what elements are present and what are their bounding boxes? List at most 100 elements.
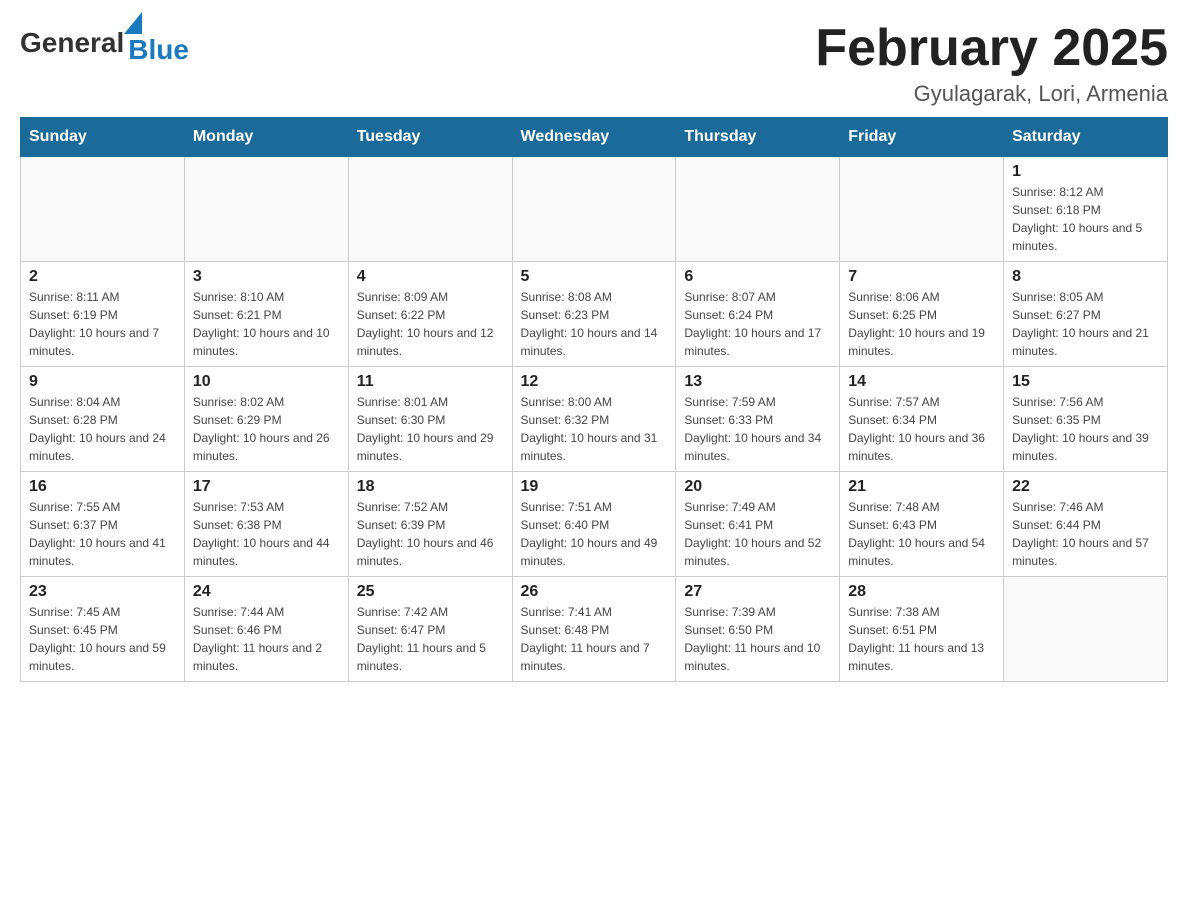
calendar-cell: 15 Sunrise: 7:56 AM Sunset: 6:35 PM Dayli… xyxy=(1004,367,1168,472)
calendar-cell xyxy=(676,157,840,262)
calendar-cell: 6 Sunrise: 8:07 AM Sunset: 6:24 PM Daylig… xyxy=(676,262,840,367)
day-number: 16 xyxy=(29,478,176,496)
day-number: 15 xyxy=(1012,373,1159,391)
page-header: General Blue February 2025 Gyulagarak, L… xyxy=(20,20,1168,107)
day-info: Sunrise: 7:51 AM Sunset: 6:40 PM Dayligh… xyxy=(521,498,668,570)
day-info: Sunrise: 7:42 AM Sunset: 6:47 PM Dayligh… xyxy=(357,603,504,675)
calendar-cell xyxy=(348,157,512,262)
calendar-cell: 13Sunrise: 7:59 AM Sunset: 6:33 PM Dayli… xyxy=(676,367,840,472)
calendar-table: SundayMondayTuesdayWednesdayThursdayFrid… xyxy=(20,117,1168,682)
day-info: Sunrise: 8:09 AM Sunset: 6:22 PM Dayligh… xyxy=(357,288,504,360)
day-info: Sunrise: 7:46 AM Sunset: 6:44 PM Dayligh… xyxy=(1012,498,1159,570)
column-header-friday: Friday xyxy=(840,118,1004,157)
day-info: Sunrise: 8:08 AM Sunset: 6:23 PM Dayligh… xyxy=(521,288,668,360)
day-info: Sunrise: 8:04 AM Sunset: 6:28 PM Dayligh… xyxy=(29,393,176,465)
calendar-cell: 2 Sunrise: 8:11 AM Sunset: 6:19 PM Daylig… xyxy=(21,262,185,367)
day-info: Sunrise: 7:41 AM Sunset: 6:48 PM Dayligh… xyxy=(521,603,668,675)
day-info: Sunrise: 8:01 AM Sunset: 6:30 PM Dayligh… xyxy=(357,393,504,465)
column-header-saturday: Saturday xyxy=(1004,118,1168,157)
day-number: 25 xyxy=(357,583,504,601)
day-number: 4 xyxy=(357,268,504,286)
day-number: 2 xyxy=(29,268,176,286)
logo: General Blue xyxy=(20,20,189,66)
calendar-week-row: 2 Sunrise: 8:11 AM Sunset: 6:19 PM Daylig… xyxy=(21,262,1168,367)
column-header-thursday: Thursday xyxy=(676,118,840,157)
day-number: 14 xyxy=(848,373,995,391)
day-number: 3 xyxy=(193,268,340,286)
day-info: Sunrise: 7:55 AM Sunset: 6:37 PM Dayligh… xyxy=(29,498,176,570)
calendar-week-row: 16 Sunrise: 7:55 AM Sunset: 6:37 PM Dayli… xyxy=(21,472,1168,577)
day-number: 17 xyxy=(193,478,340,496)
day-info: Sunrise: 7:39 AM Sunset: 6:50 PM Dayligh… xyxy=(684,603,831,675)
calendar-cell xyxy=(1004,577,1168,682)
day-info: Sunrise: 7:38 AM Sunset: 6:51 PM Dayligh… xyxy=(848,603,995,675)
calendar-cell: 12 Sunrise: 8:00 AM Sunset: 6:32 PM Dayli… xyxy=(512,367,676,472)
calendar-cell: 21Sunrise: 7:48 AM Sunset: 6:43 PM Dayli… xyxy=(840,472,1004,577)
day-number: 22 xyxy=(1012,478,1159,496)
calendar-cell: 27 Sunrise: 7:39 AM Sunset: 6:50 PM Dayli… xyxy=(676,577,840,682)
calendar-cell: 5 Sunrise: 8:08 AM Sunset: 6:23 PM Daylig… xyxy=(512,262,676,367)
day-info: Sunrise: 8:06 AM Sunset: 6:25 PM Dayligh… xyxy=(848,288,995,360)
day-number: 28 xyxy=(848,583,995,601)
calendar-cell: 3 Sunrise: 8:10 AM Sunset: 6:21 PM Daylig… xyxy=(184,262,348,367)
day-number: 9 xyxy=(29,373,176,391)
day-number: 18 xyxy=(357,478,504,496)
calendar-cell: 17 Sunrise: 7:53 AM Sunset: 6:38 PM Dayli… xyxy=(184,472,348,577)
day-info: Sunrise: 7:53 AM Sunset: 6:38 PM Dayligh… xyxy=(193,498,340,570)
calendar-cell: 26Sunrise: 7:41 AM Sunset: 6:48 PM Dayli… xyxy=(512,577,676,682)
day-number: 23 xyxy=(29,583,176,601)
calendar-cell xyxy=(21,157,185,262)
calendar-cell xyxy=(512,157,676,262)
day-info: Sunrise: 8:12 AM Sunset: 6:18 PM Dayligh… xyxy=(1012,183,1159,255)
day-info: Sunrise: 7:56 AM Sunset: 6:35 PM Dayligh… xyxy=(1012,393,1159,465)
calendar-cell xyxy=(840,157,1004,262)
day-number: 10 xyxy=(193,373,340,391)
calendar-cell: 7 Sunrise: 8:06 AM Sunset: 6:25 PM Daylig… xyxy=(840,262,1004,367)
day-number: 8 xyxy=(1012,268,1159,286)
day-info: Sunrise: 8:00 AM Sunset: 6:32 PM Dayligh… xyxy=(521,393,668,465)
day-info: Sunrise: 8:07 AM Sunset: 6:24 PM Dayligh… xyxy=(684,288,831,360)
day-number: 11 xyxy=(357,373,504,391)
calendar-subtitle: Gyulagarak, Lori, Armenia xyxy=(815,81,1168,107)
day-number: 6 xyxy=(684,268,831,286)
day-number: 5 xyxy=(521,268,668,286)
calendar-cell: 20 Sunrise: 7:49 AM Sunset: 6:41 PM Dayli… xyxy=(676,472,840,577)
logo-triangle-icon xyxy=(124,12,142,34)
day-number: 19 xyxy=(521,478,668,496)
calendar-cell: 9 Sunrise: 8:04 AM Sunset: 6:28 PM Daylig… xyxy=(21,367,185,472)
column-header-sunday: Sunday xyxy=(21,118,185,157)
day-info: Sunrise: 8:11 AM Sunset: 6:19 PM Dayligh… xyxy=(29,288,176,360)
calendar-week-row: 1Sunrise: 8:12 AM Sunset: 6:18 PM Daylig… xyxy=(21,157,1168,262)
day-info: Sunrise: 8:10 AM Sunset: 6:21 PM Dayligh… xyxy=(193,288,340,360)
title-section: February 2025 Gyulagarak, Lori, Armenia xyxy=(815,20,1168,107)
day-number: 27 xyxy=(684,583,831,601)
column-header-monday: Monday xyxy=(184,118,348,157)
day-number: 7 xyxy=(848,268,995,286)
calendar-cell: 22 Sunrise: 7:46 AM Sunset: 6:44 PM Dayli… xyxy=(1004,472,1168,577)
day-info: Sunrise: 7:49 AM Sunset: 6:41 PM Dayligh… xyxy=(684,498,831,570)
calendar-week-row: 23 Sunrise: 7:45 AM Sunset: 6:45 PM Dayli… xyxy=(21,577,1168,682)
day-info: Sunrise: 7:44 AM Sunset: 6:46 PM Dayligh… xyxy=(193,603,340,675)
day-info: Sunrise: 7:57 AM Sunset: 6:34 PM Dayligh… xyxy=(848,393,995,465)
calendar-cell: 18 Sunrise: 7:52 AM Sunset: 6:39 PM Dayli… xyxy=(348,472,512,577)
logo-text-blue: Blue xyxy=(128,34,189,66)
day-info: Sunrise: 8:02 AM Sunset: 6:29 PM Dayligh… xyxy=(193,393,340,465)
calendar-header-row: SundayMondayTuesdayWednesdayThursdayFrid… xyxy=(21,118,1168,157)
calendar-cell: 16 Sunrise: 7:55 AM Sunset: 6:37 PM Dayli… xyxy=(21,472,185,577)
day-info: Sunrise: 7:45 AM Sunset: 6:45 PM Dayligh… xyxy=(29,603,176,675)
calendar-cell: 11 Sunrise: 8:01 AM Sunset: 6:30 PM Dayli… xyxy=(348,367,512,472)
calendar-title: February 2025 xyxy=(815,20,1168,77)
day-number: 12 xyxy=(521,373,668,391)
column-header-wednesday: Wednesday xyxy=(512,118,676,157)
calendar-cell: 24Sunrise: 7:44 AM Sunset: 6:46 PM Dayli… xyxy=(184,577,348,682)
day-info: Sunrise: 7:52 AM Sunset: 6:39 PM Dayligh… xyxy=(357,498,504,570)
day-number: 20 xyxy=(684,478,831,496)
calendar-cell: 23 Sunrise: 7:45 AM Sunset: 6:45 PM Dayli… xyxy=(21,577,185,682)
calendar-cell: 4 Sunrise: 8:09 AM Sunset: 6:22 PM Daylig… xyxy=(348,262,512,367)
day-info: Sunrise: 8:05 AM Sunset: 6:27 PM Dayligh… xyxy=(1012,288,1159,360)
calendar-cell: 25 Sunrise: 7:42 AM Sunset: 6:47 PM Dayli… xyxy=(348,577,512,682)
logo-text-general: General xyxy=(20,27,124,59)
calendar-cell: 14 Sunrise: 7:57 AM Sunset: 6:34 PM Dayli… xyxy=(840,367,1004,472)
day-info: Sunrise: 7:59 AM Sunset: 6:33 PM Dayligh… xyxy=(684,393,831,465)
day-info: Sunrise: 7:48 AM Sunset: 6:43 PM Dayligh… xyxy=(848,498,995,570)
